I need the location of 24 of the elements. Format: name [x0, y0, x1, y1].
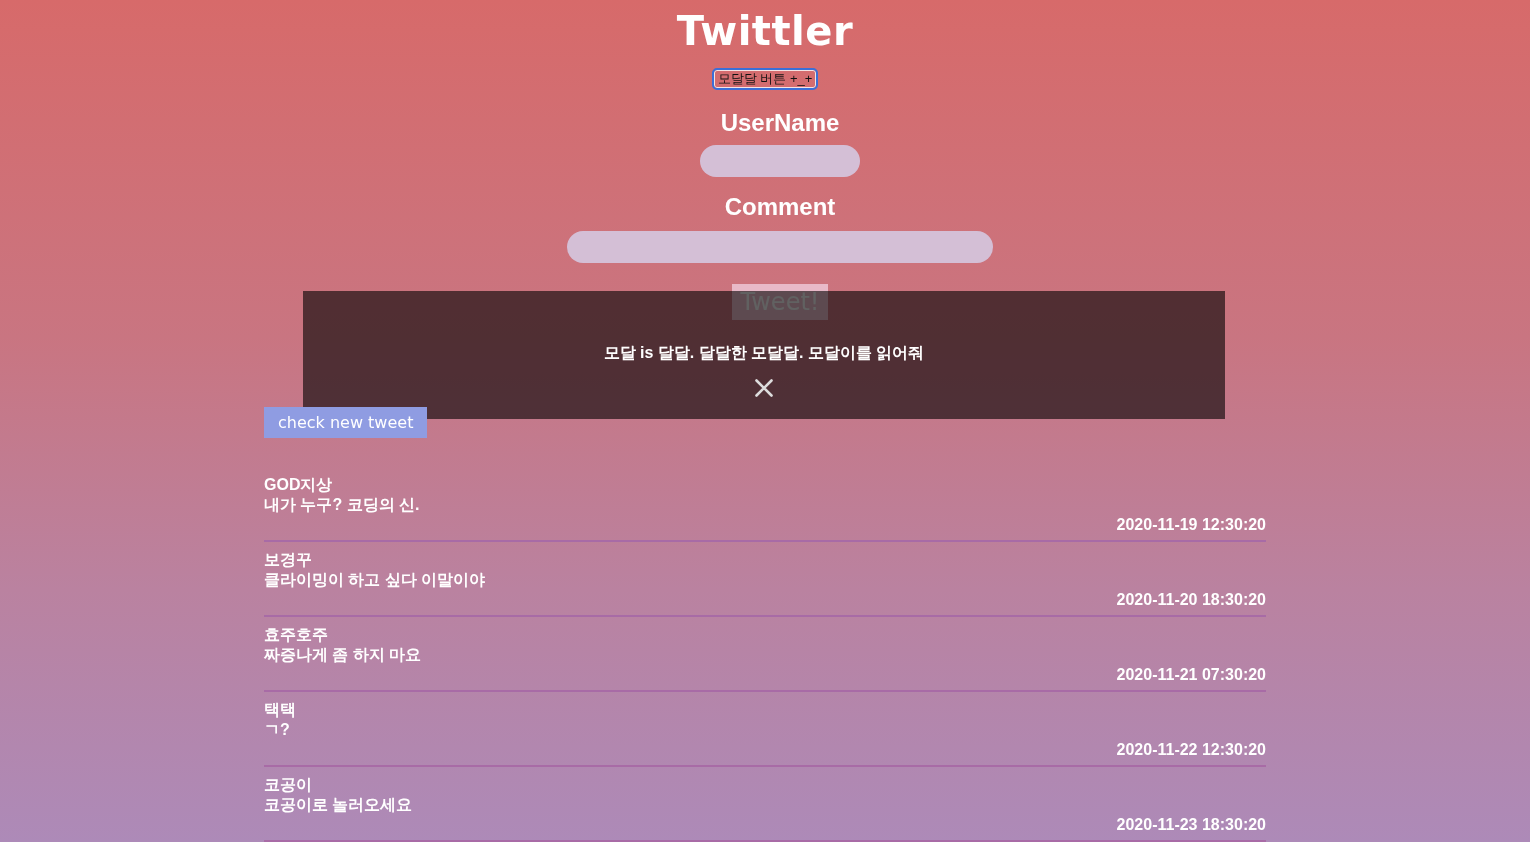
field-label: Comment	[724, 192, 836, 222]
tweet-timestamp: 2020-11-21 07:30:20	[1116, 665, 1266, 685]
field-label: UserName	[720, 108, 840, 138]
tweet-message: 클라이밍이 하고 싶다 이말이야	[264, 570, 486, 590]
tweet-timestamp: 2020-11-23 18:30:20	[1116, 815, 1266, 835]
tweet-message: 내가 누구? 코딩의 신.	[264, 495, 420, 515]
input-field[interactable]	[567, 231, 993, 263]
input-field[interactable]	[700, 145, 860, 177]
tweet-username: 택택	[264, 700, 296, 720]
modal-button[interactable]: 모달달 버튼 +_+	[713, 70, 817, 88]
check-tweets-button[interactable]: check new tweet	[264, 407, 428, 438]
tweet-timestamp: 2020-11-22 12:30:20	[1116, 740, 1266, 760]
tweet-username: GOD지상	[264, 475, 333, 495]
tweet-username: 보경꾸	[264, 550, 312, 570]
tweet-username: 효주호주	[264, 625, 328, 645]
tweet-message: 짜증나게 좀 하지 마요	[264, 645, 422, 665]
tweet-message: 코공이로 놀러오세요	[264, 795, 413, 815]
close-icon[interactable]	[755, 379, 773, 397]
modal-message: 모달 is 달달. 달달한 모달달. 모달이를 읽어줘	[603, 343, 925, 363]
tweet-message: ㄱ?	[264, 720, 290, 740]
tweet-timestamp: 2020-11-19 12:30:20	[1116, 515, 1266, 535]
app-title: Twittler	[676, 7, 854, 56]
tweet-username: 코공이	[264, 775, 312, 795]
tweet-timestamp: 2020-11-20 18:30:20	[1116, 590, 1266, 610]
